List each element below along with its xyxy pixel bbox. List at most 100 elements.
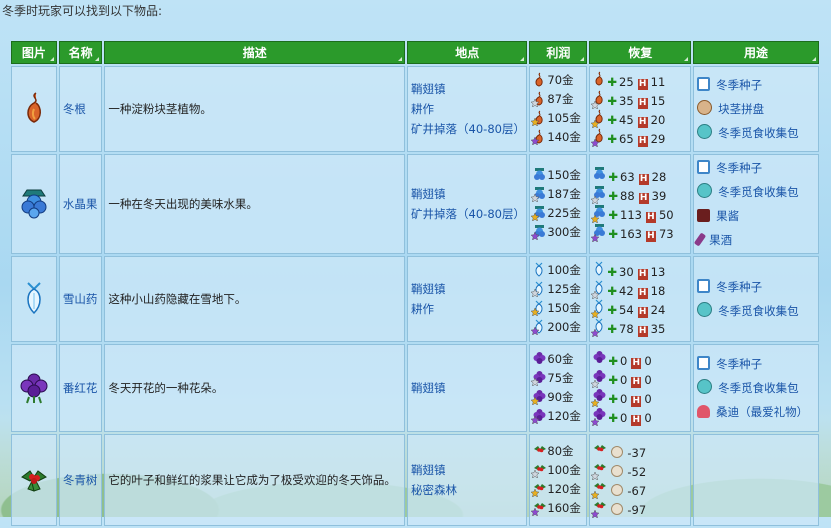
health-value: 29 — [650, 132, 666, 146]
location-link[interactable]: 秘密森林 — [411, 480, 523, 500]
header-name[interactable]: 名称 — [58, 41, 103, 64]
price-line: 150金 — [533, 166, 583, 185]
health-icon: H — [637, 288, 648, 299]
header-recovery[interactable]: 恢复 — [589, 41, 692, 64]
health-value: 0 — [644, 392, 652, 406]
health-value: 35 — [650, 322, 666, 336]
price-line: 160金 — [531, 499, 583, 518]
price-value: 100金 — [547, 463, 581, 477]
price-line: 120金 — [531, 407, 583, 426]
item-use-cell — [693, 434, 819, 526]
location-link[interactable]: 矿井掉落（40-80层） — [411, 204, 525, 224]
quality-1-crocus-icon — [591, 370, 606, 388]
snow-yam-icon[interactable] — [22, 281, 46, 318]
energy-icon: ✚ — [608, 373, 618, 387]
use-item[interactable]: 冬季觅食收集包 — [697, 121, 815, 145]
energy-icon: ✚ — [608, 208, 618, 222]
energy-value: 45 — [619, 113, 634, 127]
item-recovery-cell: -37 -52 -67 -97 — [589, 434, 692, 526]
use-label[interactable]: 果酱 — [716, 209, 739, 223]
location-link[interactable]: 鞘翅镇 — [411, 279, 523, 299]
use-item[interactable]: 冬季觅食收集包 — [697, 180, 815, 204]
energy-icon: ✚ — [607, 265, 617, 279]
price-line: 75金 — [531, 369, 583, 388]
use-label[interactable]: 果酒 — [709, 233, 732, 247]
use-item[interactable]: 冬季种子 — [697, 275, 815, 299]
quality-0-crocus-icon — [593, 351, 606, 368]
energy-value: 113 — [620, 208, 642, 222]
use-item[interactable]: 块茎拼盘 — [697, 97, 815, 121]
use-label[interactable]: 冬季种子 — [716, 161, 762, 175]
energy-value: 25 — [619, 75, 634, 89]
location-link[interactable]: 耕作 — [411, 299, 523, 319]
use-label[interactable]: 冬季种子 — [716, 78, 762, 92]
use-item[interactable]: 冬季种子 — [697, 352, 815, 376]
header-use[interactable]: 用途 — [693, 41, 819, 64]
winter-root-icon[interactable] — [22, 91, 46, 128]
quality-0-winter-root-icon — [593, 71, 605, 89]
energy-value: 65 — [619, 132, 634, 146]
price-value: 120金 — [547, 409, 581, 423]
header-description[interactable]: 描述 — [104, 41, 406, 64]
use-label[interactable]: 冬季觅食收集包 — [718, 304, 799, 318]
item-name-link[interactable]: 冬青树 — [58, 434, 103, 526]
use-label[interactable]: 冬季觅食收集包 — [718, 381, 799, 395]
quality-0-holly-icon — [593, 445, 607, 460]
health-value: 73 — [658, 227, 674, 241]
use-item[interactable]: 冬季种子 — [697, 156, 815, 180]
use-label[interactable]: 块茎拼盘 — [718, 102, 764, 116]
quality-3-snow-yam-icon — [591, 318, 605, 337]
item-image-cell — [11, 434, 57, 526]
quality-2-crocus-icon — [591, 389, 606, 407]
table-row: 冬根 一种淀粉块茎植物。 鞘翅镇 耕作 矿井掉落（40-80层） 70金 87金 105金 14… — [11, 66, 819, 152]
use-item[interactable]: 果酱 — [697, 204, 815, 228]
energy-penalty-value: -37 — [627, 446, 647, 460]
quality-1-holly-icon — [531, 462, 547, 478]
header-image[interactable]: 图片 — [11, 41, 57, 64]
use-label[interactable]: 桑迪（最爱礼物） — [716, 405, 808, 419]
health-value: 0 — [644, 411, 652, 425]
price-line: 300金 — [531, 223, 583, 242]
energy-icon: ✚ — [608, 227, 618, 241]
wine-icon — [693, 232, 707, 247]
quality-2-holly-icon — [591, 483, 607, 499]
use-item[interactable]: 冬季种子 — [697, 73, 815, 97]
price-line: 100金 — [531, 461, 583, 480]
recovery-line: ✚ 54 H 24 — [591, 299, 687, 318]
item-name-link[interactable]: 番红花 — [58, 344, 103, 432]
quality-3-holly-icon — [591, 502, 607, 518]
item-name-link[interactable]: 冬根 — [58, 66, 103, 152]
crocus-icon[interactable] — [19, 370, 49, 407]
item-image-cell — [11, 66, 57, 152]
item-name-link[interactable]: 水晶果 — [58, 154, 103, 254]
holly-icon[interactable] — [18, 463, 50, 498]
price-line: 90金 — [531, 388, 583, 407]
location-link[interactable]: 鞘翅镇 — [411, 79, 523, 99]
use-item[interactable]: 桑迪（最爱礼物） — [697, 400, 815, 424]
quality-3-snow-yam-icon — [531, 319, 546, 335]
use-item[interactable]: 果酒 — [693, 228, 815, 252]
quality-1-snow-yam-icon — [591, 280, 605, 299]
location-link[interactable]: 耕作 — [411, 99, 523, 119]
energy-icon: ✚ — [608, 170, 618, 184]
use-item[interactable]: 冬季觅食收集包 — [697, 299, 815, 323]
location-link[interactable]: 矿井掉落（40-80层） — [411, 119, 525, 139]
location-link[interactable]: 鞘翅镇 — [411, 378, 523, 398]
use-label[interactable]: 冬季觅食收集包 — [718, 185, 799, 199]
location-link[interactable]: 鞘翅镇 — [411, 460, 523, 480]
header-profit[interactable]: 利润 — [529, 41, 588, 64]
use-item[interactable]: 冬季觅食收集包 — [697, 376, 815, 400]
header-location[interactable]: 地点 — [407, 41, 528, 64]
price-line: 140金 — [531, 128, 583, 147]
use-label[interactable]: 冬季种子 — [716, 280, 762, 294]
quality-3-crystal-fruit-icon — [531, 224, 546, 240]
item-name-link[interactable]: 雪山药 — [58, 256, 103, 342]
use-label[interactable]: 冬季种子 — [716, 357, 762, 371]
crystal-fruit-icon[interactable] — [19, 186, 49, 223]
location-link[interactable]: 鞘翅镇 — [411, 184, 523, 204]
use-label[interactable]: 冬季觅食收集包 — [718, 126, 799, 140]
energy-value: 88 — [620, 189, 635, 203]
price-value: 75金 — [547, 371, 574, 385]
item-recovery-cell: ✚ 63 H 28 ✚ 88 H 39 ✚ 113 H 50 ✚ 163 H 73 — [589, 154, 692, 254]
price-line: 200金 — [531, 318, 583, 337]
